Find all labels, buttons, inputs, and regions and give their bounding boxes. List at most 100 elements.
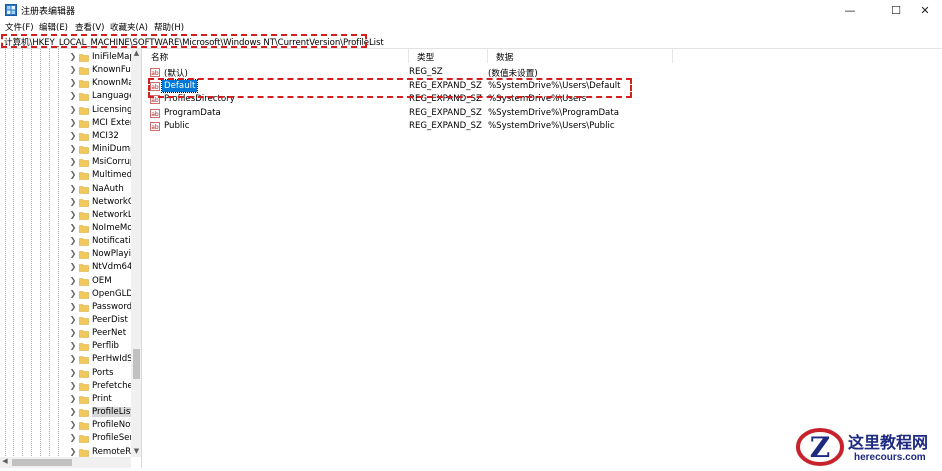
scroll-down-icon[interactable]: ▼ (131, 447, 141, 457)
tree-item[interactable]: ❯ KnownFun (0, 64, 131, 77)
registry-editor-icon (5, 4, 17, 16)
folder-icon (79, 54, 89, 62)
chevron-right-icon[interactable]: ❯ (68, 433, 78, 442)
chevron-right-icon[interactable]: ❯ (68, 223, 78, 232)
folder-icon (79, 159, 89, 167)
menu-favorites[interactable]: 收藏夹(A) (110, 21, 148, 33)
tree-item[interactable]: ❯ PerHwIdSt (0, 353, 131, 366)
value-row[interactable]: ab Public REG_EXPAND_SZ %SystemDrive%\Users… (143, 120, 923, 133)
chevron-right-icon[interactable]: ❯ (68, 447, 78, 456)
tree-item[interactable]: ❯ LicensingD (0, 104, 131, 117)
folder-icon (79, 317, 89, 325)
chevron-right-icon[interactable]: ❯ (68, 144, 78, 153)
value-row[interactable]: ab ProgramData REG_EXPAND_SZ %SystemDrive%\… (143, 107, 923, 120)
column-header-name[interactable]: 名称 (143, 49, 409, 63)
tree-item[interactable]: ❯ Language (0, 90, 131, 103)
chevron-right-icon[interactable]: ❯ (68, 381, 78, 390)
chevron-right-icon[interactable]: ❯ (68, 210, 78, 219)
menu-view[interactable]: 查看(V) (75, 21, 104, 33)
chevron-right-icon[interactable]: ❯ (68, 368, 78, 377)
tree-vertical-scrollbar[interactable]: ▲ ▼ (131, 49, 141, 457)
tree-item[interactable]: ❯ Print (0, 393, 131, 406)
chevron-right-icon[interactable]: ❯ (68, 354, 78, 363)
minimize-button[interactable]: — (833, 0, 867, 20)
tree-item[interactable]: ❯ NtVdm64 (0, 261, 131, 274)
chevron-right-icon[interactable]: ❯ (68, 315, 78, 324)
tree-item[interactable]: ❯ Ports (0, 367, 131, 380)
folder-icon (79, 369, 89, 378)
watermark-url: herecours.com (854, 452, 926, 463)
tree-item[interactable]: ❯ Notificatio (0, 235, 131, 248)
address-bar[interactable]: 计算机\HKEY_LOCAL_MACHINE\SOFTWARE\Microsof… (0, 33, 942, 49)
chevron-right-icon[interactable]: ❯ (68, 170, 78, 179)
tree-item[interactable]: ❯ Prefetcher (0, 380, 131, 393)
chevron-right-icon[interactable]: ❯ (68, 420, 78, 429)
tree-item[interactable]: ❯ Perflib (0, 340, 131, 353)
chevron-right-icon[interactable]: ❯ (68, 105, 78, 114)
tree-item[interactable]: ❯ OpenGLDr (0, 288, 131, 301)
tree-item[interactable]: ❯ MCI32 (0, 130, 131, 143)
menu-edit[interactable]: 编辑(E) (39, 21, 68, 33)
chevron-right-icon[interactable]: ❯ (68, 131, 78, 140)
tree-item-label: RemoteRe (92, 446, 131, 457)
folder-icon (79, 277, 89, 286)
folder-icon (79, 264, 89, 273)
chevron-right-icon[interactable]: ❯ (68, 302, 78, 311)
chevron-right-icon[interactable]: ❯ (68, 276, 78, 285)
column-header-data[interactable]: 数据 (488, 49, 673, 63)
chevron-right-icon[interactable]: ❯ (68, 65, 78, 74)
chevron-right-icon[interactable]: ❯ (68, 341, 78, 350)
tree-item[interactable]: ❯ NoImeMo (0, 222, 131, 235)
chevron-right-icon[interactable]: ❯ (68, 407, 78, 416)
chevron-right-icon[interactable]: ❯ (68, 197, 78, 206)
tree-item[interactable]: ❯ NowPlayin (0, 248, 131, 261)
folder-icon (79, 67, 89, 75)
close-button[interactable]: ✕ (908, 0, 942, 20)
tree-item-label: MCI32 (92, 130, 119, 141)
tree-item[interactable]: ❯ KnownMa (0, 77, 131, 90)
tree-item[interactable]: ❯ Multimedi (0, 169, 131, 182)
value-data: %SystemDrive%\ProgramData (488, 107, 619, 118)
tree-horizontal-scrollbar[interactable]: ◀ (0, 457, 131, 468)
chevron-right-icon[interactable]: ❯ (68, 52, 78, 61)
svg-text:ab: ab (151, 97, 159, 104)
tree-item[interactable]: ❯ PeerDist (0, 314, 131, 327)
value-type: REG_SZ (409, 67, 443, 77)
chevron-right-icon[interactable]: ❯ (68, 236, 78, 245)
tree-item[interactable]: ❯ PasswordL (0, 301, 131, 314)
chevron-right-icon[interactable]: ❯ (68, 118, 78, 127)
tree-hscroll-thumb[interactable] (12, 459, 72, 466)
tree-item[interactable]: ❯ ProfileServ (0, 432, 131, 445)
scroll-up-icon[interactable]: ▲ (131, 49, 141, 59)
registry-tree[interactable]: ❯ IniFileMap ❯ KnownFun ❯ KnownMa ❯ Language ❯ Li… (0, 49, 142, 468)
tree-item[interactable]: ❯ MCI Exten (0, 117, 131, 130)
chevron-right-icon[interactable]: ❯ (68, 184, 78, 193)
chevron-right-icon[interactable]: ❯ (68, 262, 78, 271)
scroll-left-icon[interactable]: ◀ (0, 457, 10, 467)
tree-item[interactable]: ❯ MsiCorrup (0, 156, 131, 169)
tree-item-label: NowPlayin (92, 249, 131, 260)
menu-file[interactable]: 文件(F) (5, 21, 34, 33)
svg-text:ab: ab (151, 111, 159, 118)
chevron-right-icon[interactable]: ❯ (68, 78, 78, 87)
tree-item[interactable]: ❯ ProfileList (0, 406, 131, 419)
chevron-right-icon[interactable]: ❯ (68, 394, 78, 403)
tree-item[interactable]: ❯ MiniDump (0, 143, 131, 156)
value-list[interactable]: 名称 类型 数据 ab (默认) REG_SZ (数值未设置) ab Default REG… (143, 49, 942, 468)
tree-item[interactable]: ❯ NetworkC (0, 196, 131, 209)
tree-item[interactable]: ❯ ProfileNot (0, 419, 131, 432)
chevron-right-icon[interactable]: ❯ (68, 249, 78, 258)
folder-icon (79, 304, 89, 312)
tree-scroll-thumb[interactable] (133, 349, 140, 379)
chevron-right-icon[interactable]: ❯ (68, 328, 78, 337)
chevron-right-icon[interactable]: ❯ (68, 289, 78, 298)
column-header-type[interactable]: 类型 (409, 49, 488, 63)
tree-item[interactable]: ❯ NaAuth (0, 183, 131, 196)
tree-item[interactable]: ❯ IniFileMap (0, 51, 131, 64)
chevron-right-icon[interactable]: ❯ (68, 91, 78, 100)
chevron-right-icon[interactable]: ❯ (68, 157, 78, 166)
tree-item[interactable]: ❯ PeerNet (0, 327, 131, 340)
tree-item[interactable]: ❯ NetworkLi (0, 209, 131, 222)
tree-item[interactable]: ❯ OEM (0, 275, 131, 288)
menu-help[interactable]: 帮助(H) (154, 21, 184, 33)
